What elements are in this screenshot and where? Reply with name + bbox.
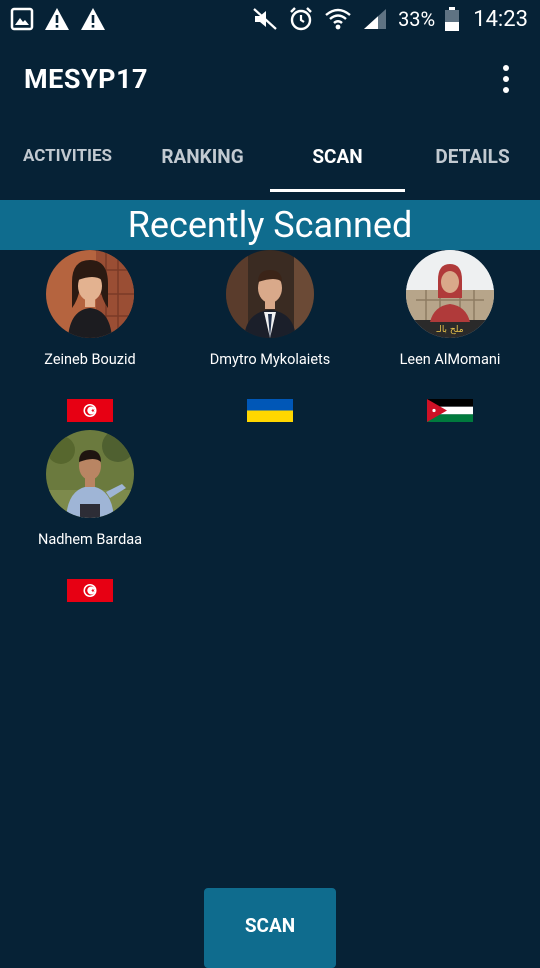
avatar <box>226 250 314 338</box>
person-name: Dmytro Mykolaiets <box>209 351 331 368</box>
person-name: Leen AlMomani <box>399 351 501 368</box>
status-bar-left <box>10 7 106 31</box>
person-card[interactable]: Nadhem Bardaa <box>0 430 180 610</box>
person-name: Nadhem Bardaa <box>37 531 143 548</box>
person-name: Zeineb Bouzid <box>44 351 136 368</box>
avatar <box>46 250 134 338</box>
mute-icon <box>252 7 278 31</box>
wifi-icon <box>324 7 352 31</box>
avatar: ملح بالـ <box>406 250 494 338</box>
warning-icon <box>80 7 106 31</box>
battery-percent: 33% <box>398 7 436 31</box>
svg-text:ملح بالـ: ملح بالـ <box>435 325 463 335</box>
tab-details[interactable]: DETAILS <box>405 120 540 192</box>
app-title: MESYP17 <box>24 63 149 95</box>
tab-bar: ACTIVITIES RANKING SCAN DETAILS <box>0 120 540 192</box>
status-bar: 33% 14:23 <box>0 0 540 38</box>
person-card[interactable]: ملح بالـ Leen AlMomani <box>360 250 540 430</box>
warning-icon <box>44 7 70 31</box>
tab-ranking[interactable]: RANKING <box>135 120 270 192</box>
status-bar-right: 33% 14:23 <box>252 6 528 32</box>
person-card[interactable]: Dmytro Mykolaiets <box>180 250 360 430</box>
app-bar: MESYP17 <box>0 38 540 120</box>
signal-icon <box>362 7 388 31</box>
gallery-icon <box>10 7 34 31</box>
clock: 14:23 <box>473 6 528 32</box>
battery-icon <box>445 7 460 31</box>
overflow-menu-icon[interactable] <box>494 59 518 99</box>
scan-button[interactable]: SCAN <box>204 888 336 968</box>
tunisia-flag-icon <box>67 579 113 602</box>
person-card[interactable]: Zeineb Bouzid <box>0 250 180 430</box>
alarm-icon <box>288 6 314 32</box>
tab-scan[interactable]: SCAN <box>270 120 405 192</box>
avatar <box>46 430 134 518</box>
tab-activities[interactable]: ACTIVITIES <box>0 120 135 192</box>
ukraine-flag-icon <box>247 399 293 422</box>
jordan-flag-icon <box>427 399 473 422</box>
section-title: Recently Scanned <box>0 200 540 250</box>
tunisia-flag-icon <box>67 399 113 422</box>
